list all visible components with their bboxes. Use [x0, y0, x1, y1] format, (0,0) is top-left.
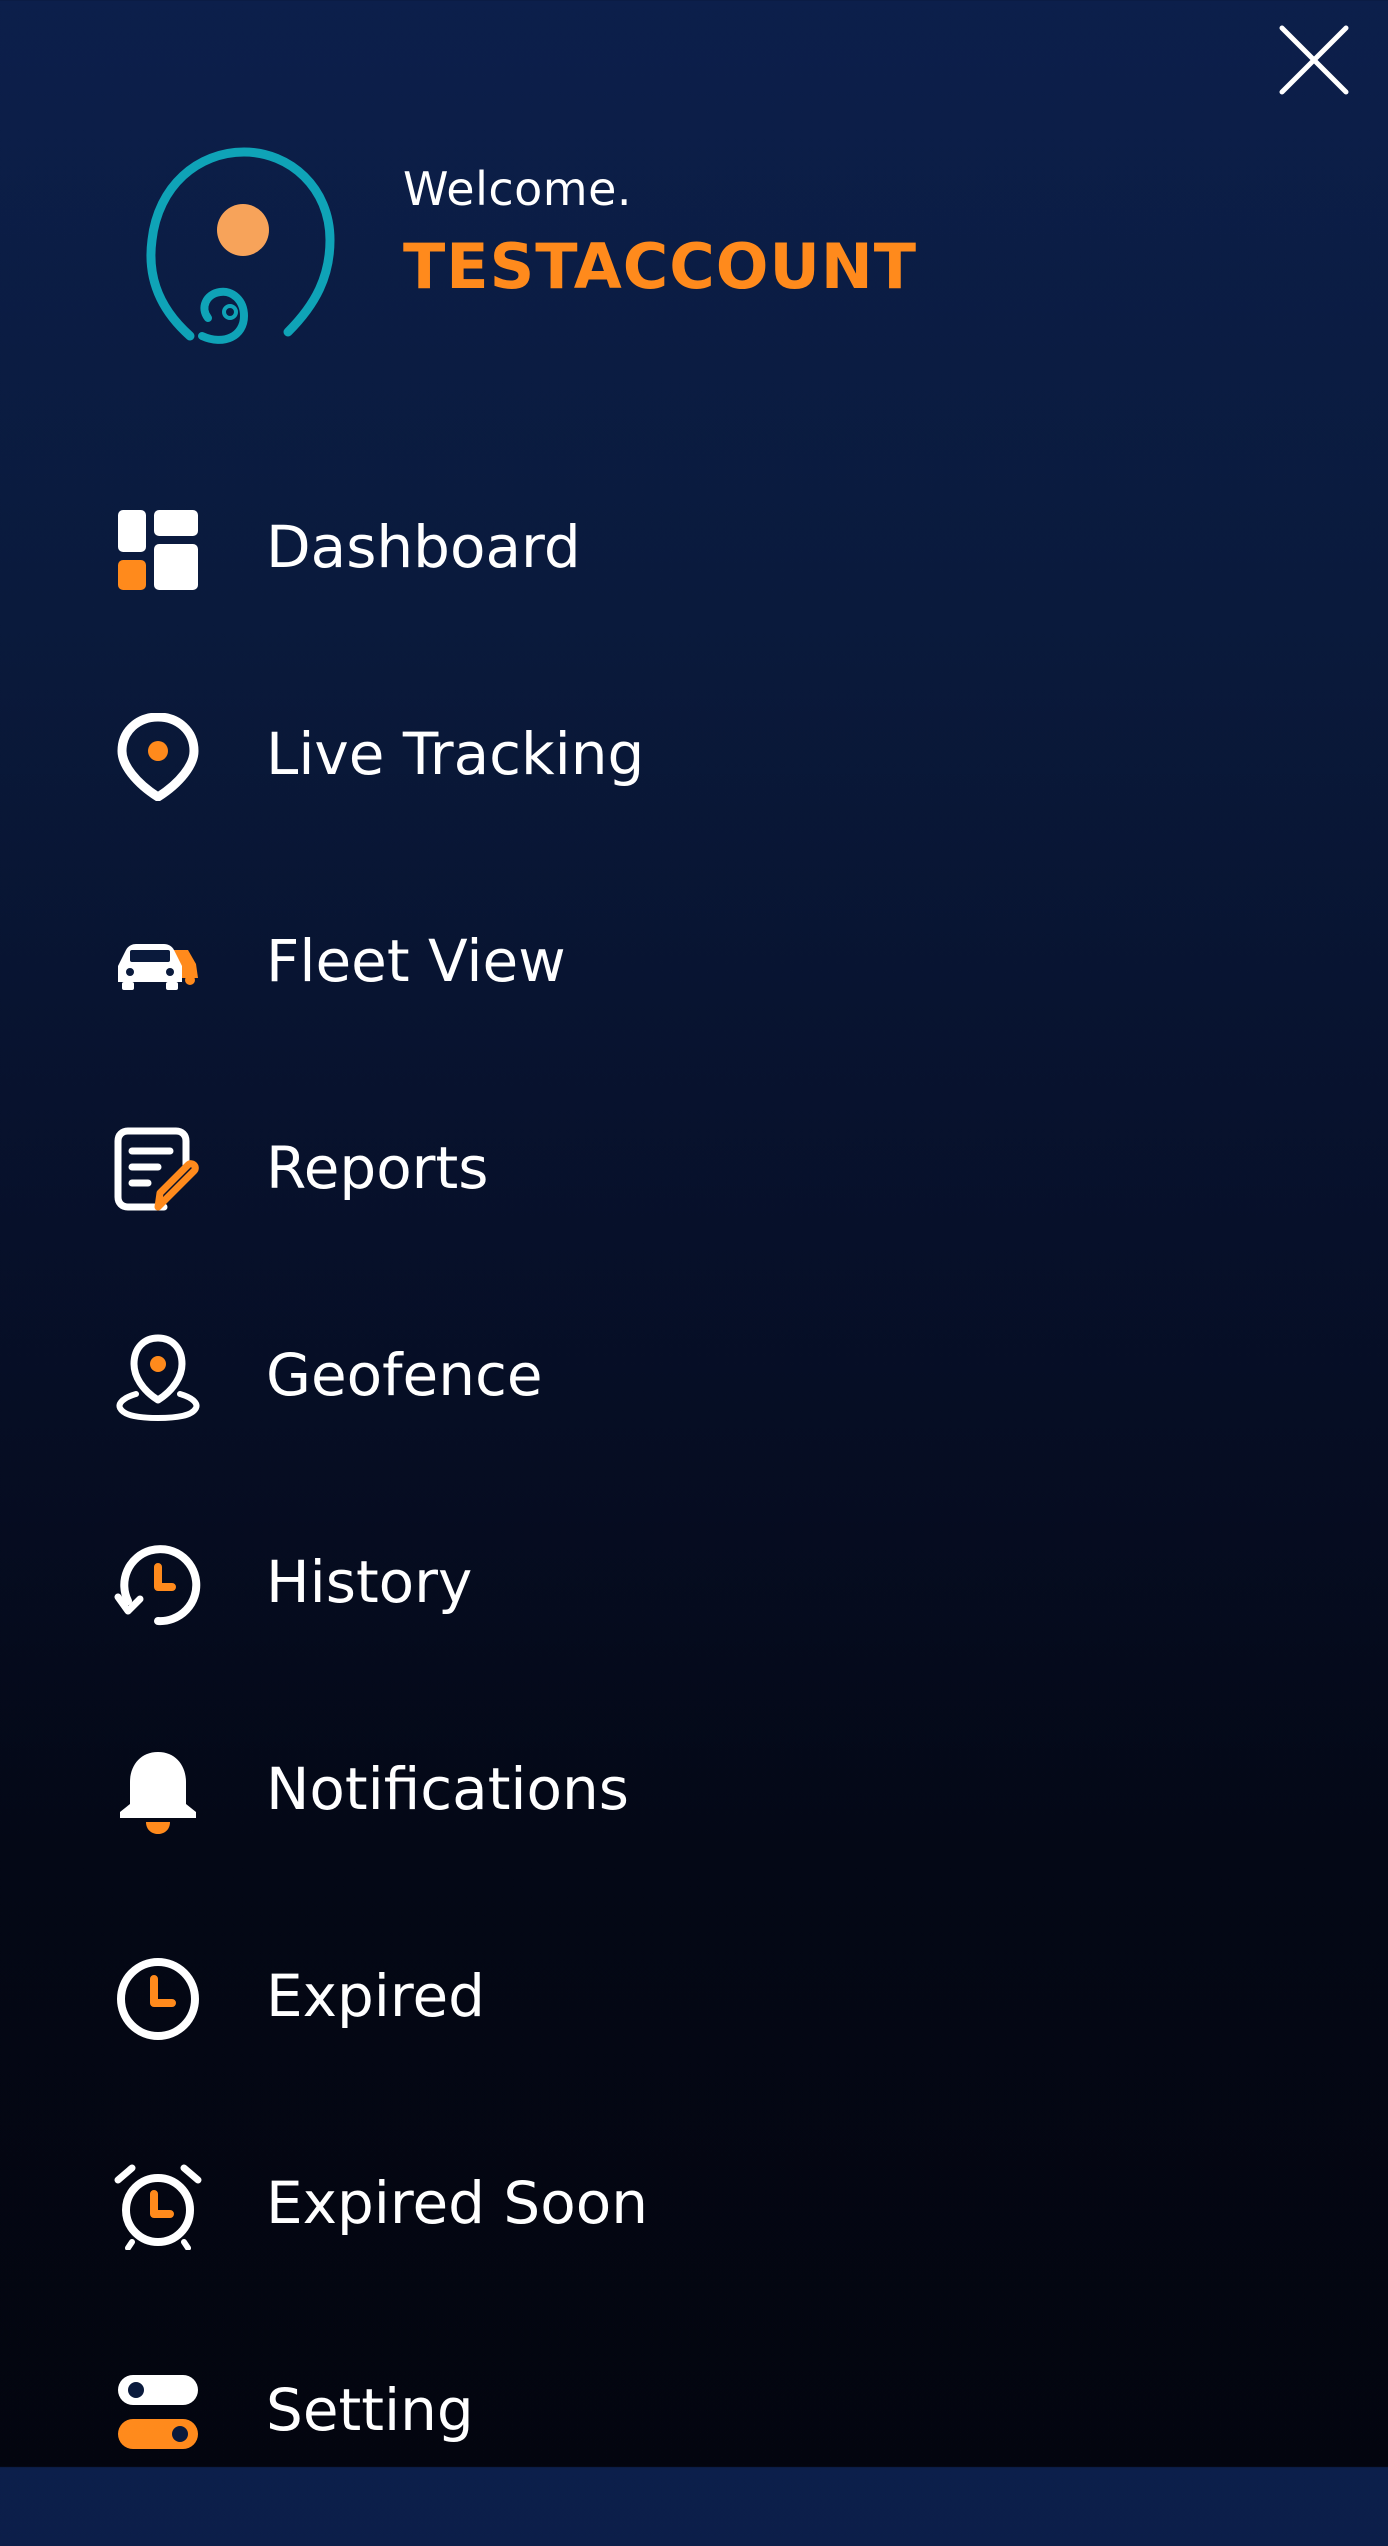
- logo-pin-icon: [146, 147, 335, 344]
- menu-label: Expired: [266, 1962, 485, 2030]
- side-menu: Dashboard Live Tracking Fleet View Repor…: [0, 476, 1388, 2546]
- menu-label: Geofence: [266, 1341, 543, 1409]
- menu-label: Expired Soon: [266, 2169, 648, 2237]
- menu-item-dashboard[interactable]: Dashboard: [0, 476, 1388, 683]
- report-edit-icon: [114, 1127, 202, 1215]
- menu-label: Reports: [266, 1134, 489, 1202]
- history-clock-icon: [114, 1541, 202, 1629]
- menu-label: Notifications: [266, 1755, 630, 1823]
- menu-label: Fleet View: [266, 927, 566, 995]
- menu-item-expired-soon[interactable]: Expired Soon: [0, 2132, 1388, 2339]
- dashboard-icon: [114, 506, 202, 594]
- alarm-clock-icon: [114, 2162, 202, 2250]
- location-pin-icon: [114, 713, 202, 801]
- menu-label: History: [266, 1548, 473, 1616]
- menu-item-reports[interactable]: Reports: [0, 1097, 1388, 1304]
- cars-icon: [114, 920, 202, 1008]
- menu-label: Dashboard: [266, 513, 581, 581]
- menu-item-notifications[interactable]: Notifications: [0, 1718, 1388, 1925]
- menu-item-live-tracking[interactable]: Live Tracking: [0, 683, 1388, 890]
- app-logo: [140, 140, 340, 350]
- close-button[interactable]: [1272, 18, 1356, 102]
- menu-item-fleet-view[interactable]: Fleet View: [0, 890, 1388, 1097]
- toggle-settings-icon: [114, 2369, 202, 2457]
- welcome-text: Welcome.: [403, 162, 633, 216]
- menu-label: Setting: [266, 2376, 474, 2444]
- clock-icon: [114, 1955, 202, 2043]
- menu-item-geofence[interactable]: Geofence: [0, 1304, 1388, 1511]
- menu-label: Live Tracking: [266, 720, 645, 788]
- username: TESTACCOUNT: [403, 230, 917, 303]
- user-header: Welcome. TESTACCOUNT: [140, 140, 1240, 360]
- close-icon: [1279, 25, 1349, 95]
- geofence-pin-icon: [114, 1334, 202, 1422]
- menu-item-history[interactable]: History: [0, 1511, 1388, 1718]
- menu-item-setting[interactable]: Setting: [0, 2339, 1388, 2546]
- bell-icon: [114, 1748, 202, 1836]
- menu-item-expired[interactable]: Expired: [0, 1925, 1388, 2132]
